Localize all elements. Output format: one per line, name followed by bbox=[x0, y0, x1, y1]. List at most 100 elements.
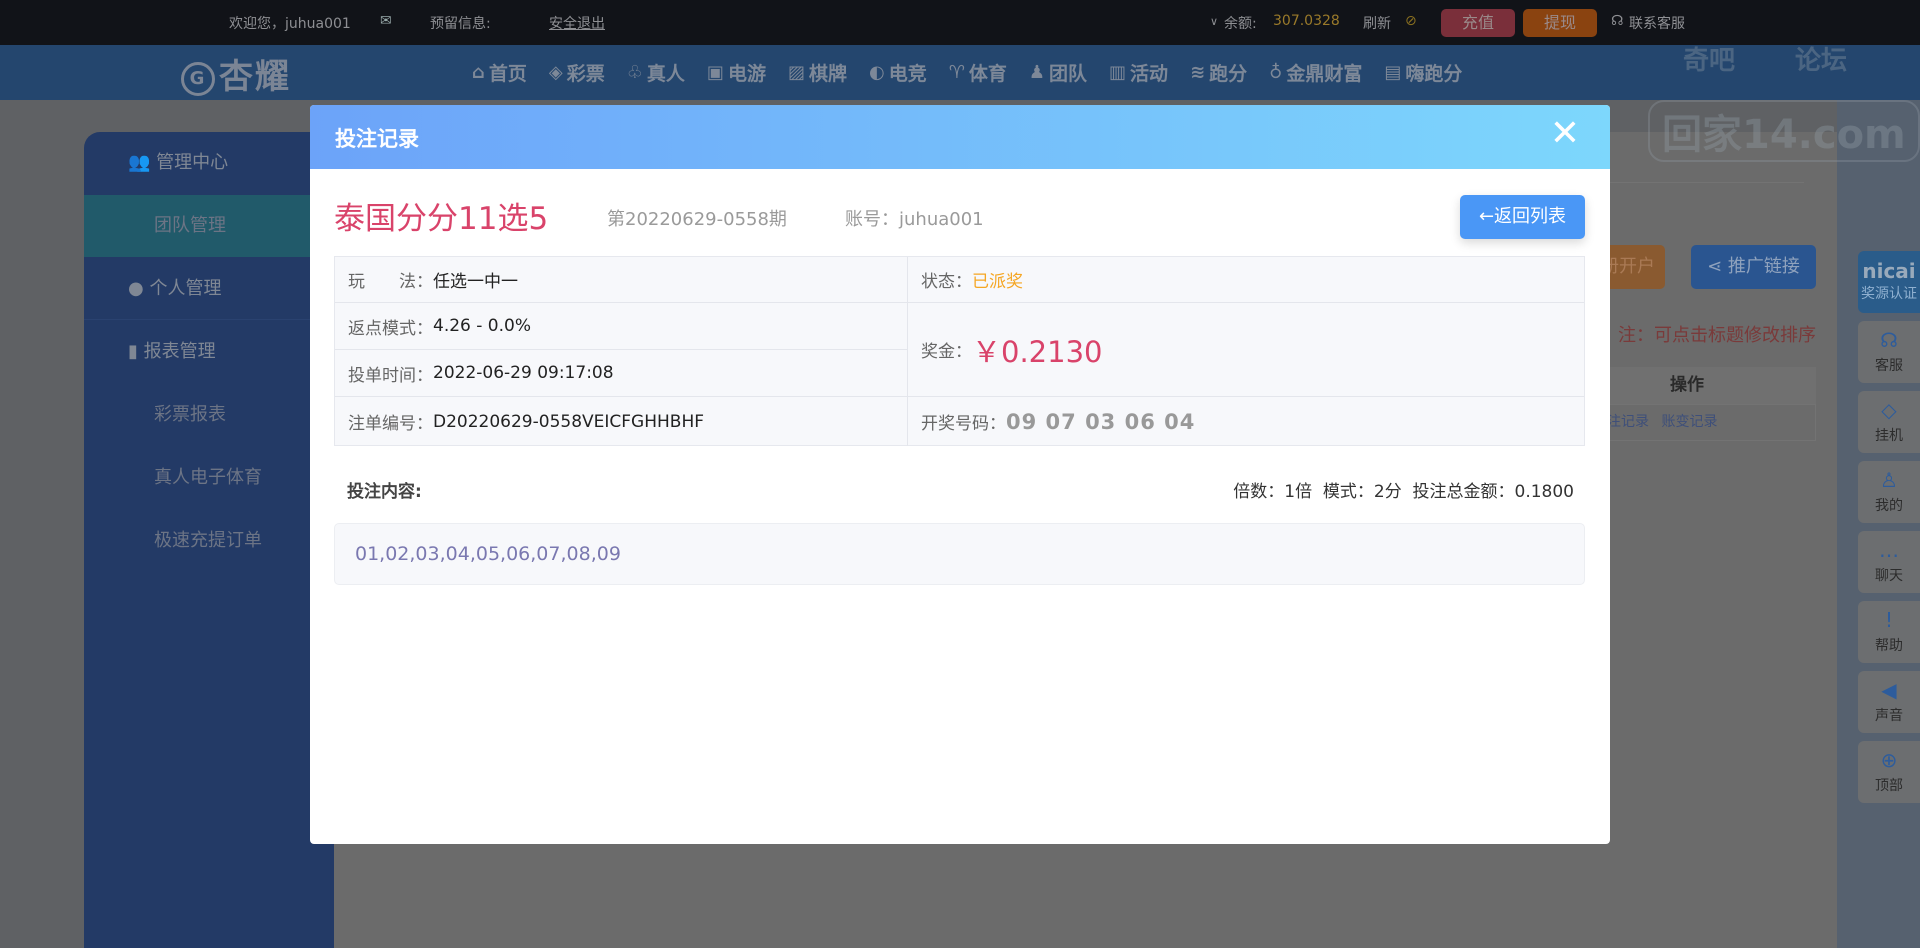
sidebar-section-reports[interactable]: ▮ 报表管理 bbox=[84, 321, 334, 383]
nav-label: 电竞 bbox=[888, 63, 927, 85]
arrow-up-icon: ⊕ bbox=[1880, 748, 1898, 772]
envelope-icon[interactable]: ✉ bbox=[380, 13, 392, 29]
bet-summary: 倍数：1倍 模式：2分 投注总金额：0.1800 bbox=[1233, 482, 1574, 502]
watermark-site: 回家14.com bbox=[1648, 100, 1920, 162]
nav-item[interactable]: ♧ 真人 bbox=[627, 59, 685, 86]
float-button[interactable]: ! 帮助 bbox=[1858, 601, 1920, 663]
bet-detail-table: 玩 法： 任选一中一 状态： 已派奖 返点模式： 4.26 - 0.0% 投单时间： 2… bbox=[334, 256, 1585, 446]
float-label: 我的 bbox=[1875, 498, 1903, 514]
arrow-left-icon: ← bbox=[1478, 206, 1495, 227]
time-cell: 投单时间： 2022-06-29 09:17:08 bbox=[335, 350, 908, 397]
float-button[interactable]: ◀ 声音 bbox=[1858, 671, 1920, 733]
reserved-info: 预留信息: bbox=[430, 16, 491, 32]
float-button[interactable]: … 聊天 bbox=[1858, 531, 1920, 593]
slot-icon: ▣ bbox=[706, 62, 724, 83]
sidebar-item-live-report[interactable]: 真人电子体育 bbox=[84, 447, 334, 509]
eye-slash-icon[interactable]: ⊘ bbox=[1405, 13, 1417, 29]
user-icon: ♙ bbox=[1880, 468, 1898, 492]
bet-numbers: 01,02,03,04,05,06,07,08,09 bbox=[334, 523, 1585, 585]
runner-icon: ≋ bbox=[1190, 62, 1206, 83]
play-cell: 玩 法： 任选一中一 bbox=[335, 257, 908, 303]
sidebar-section-personal[interactable]: ● 个人管理 bbox=[84, 258, 334, 320]
cauldron-icon: ♁ bbox=[1269, 62, 1283, 83]
nav-item[interactable]: ▣ 电游 bbox=[707, 59, 766, 86]
nav-label: 活动 bbox=[1130, 63, 1169, 85]
prize-cell: 奖金： ￥0.2130 bbox=[908, 303, 1584, 397]
float-button[interactable]: ◇ 挂机 bbox=[1858, 391, 1920, 453]
nav-label: 团队 bbox=[1049, 63, 1088, 85]
welcome-text: 欢迎您，juhua001 bbox=[229, 16, 351, 32]
nav-label: 跑分 bbox=[1209, 63, 1248, 85]
diamond-icon: ◇ bbox=[1881, 398, 1897, 422]
home-icon: ⌂ bbox=[472, 62, 485, 83]
float-button[interactable]: nicai 奖源认证 bbox=[1858, 251, 1920, 313]
watermark-forum: 奇吧 论坛 bbox=[1683, 46, 1848, 76]
sidebar-section-management[interactable]: 👥 管理中心 bbox=[84, 132, 334, 194]
sort-note: 注：可点击标题修改排序 bbox=[1618, 325, 1816, 346]
float-label: 帮助 bbox=[1875, 638, 1903, 654]
speaker-icon: ◀ bbox=[1881, 678, 1897, 702]
nav-item[interactable]: ⌂ 首页 bbox=[472, 59, 527, 86]
nav-item[interactable]: ♟ 团队 bbox=[1029, 59, 1087, 86]
right-strip bbox=[1837, 100, 1920, 948]
modal-header: 投注记录 ✕ bbox=[310, 105, 1610, 169]
nav-label: 金鼎财富 bbox=[1286, 63, 1363, 85]
float-label: 顶部 bbox=[1875, 778, 1903, 794]
nav-item[interactable]: ▤ 嗨跑分 bbox=[1384, 59, 1462, 86]
sidebar-item-fast-orders[interactable]: 极速充提订单 bbox=[84, 510, 334, 572]
float-label: 聊天 bbox=[1875, 568, 1903, 584]
nav-item[interactable]: ♁ 金鼎财富 bbox=[1269, 59, 1362, 86]
order-cell: 注单编号： D20220629-0558VEICFGHHBHF bbox=[335, 397, 908, 446]
main-nav: G 杏耀 ⌂ 首页 ◈ 彩票 ♧ 真人 ▣ 电游 ▨ 棋牌 ◐ 电竞 ♈ 体育 ♟ 团队 ▥ 活动 ≋ 跑分 ♁ 金鼎财富 ▤… bbox=[0, 45, 1920, 100]
nav-item[interactable]: ♈ 体育 bbox=[949, 59, 1007, 86]
float-label: 客服 bbox=[1875, 358, 1903, 374]
trophy-icon: ♈ bbox=[948, 62, 965, 83]
logout-link[interactable]: 安全退出 bbox=[549, 13, 605, 33]
nav-list: ⌂ 首页 ◈ 彩票 ♧ 真人 ▣ 电游 ▨ 棋牌 ◐ 电竞 ♈ 体育 ♟ 团队 ▥ 活动 ≋ 跑分 ♁ 金鼎财富 ▤ 嗨跑分 bbox=[472, 59, 1462, 86]
float-label: 奖源认证 bbox=[1861, 286, 1917, 302]
refresh-button[interactable]: 刷新 bbox=[1363, 13, 1391, 33]
account: 账号：juhua001 bbox=[845, 209, 984, 230]
sidebar-item-lottery-report[interactable]: 彩票报表 bbox=[84, 384, 334, 446]
nav-label: 体育 bbox=[968, 63, 1007, 85]
logo-emblem-icon: G bbox=[181, 61, 215, 96]
status-cell: 状态： 已派奖 bbox=[908, 257, 1584, 303]
logo[interactable]: G 杏耀 bbox=[181, 49, 291, 98]
live-icon: ♧ bbox=[626, 62, 643, 83]
nav-item[interactable]: ▥ 活动 bbox=[1109, 59, 1168, 86]
close-icon[interactable]: ✕ bbox=[1550, 113, 1580, 154]
chat-icon: … bbox=[1879, 538, 1899, 562]
nav-item[interactable]: ▨ 棋牌 bbox=[788, 59, 847, 86]
nav-label: 首页 bbox=[488, 63, 527, 85]
recharge-button[interactable]: 充值 bbox=[1441, 9, 1515, 37]
promo-label: 推广链接 bbox=[1727, 256, 1800, 277]
headset-icon: ☊ bbox=[1880, 328, 1898, 352]
lottery-icon: ◈ bbox=[548, 62, 563, 83]
issue-number: 第20220629-0558期 bbox=[607, 209, 787, 230]
support-link[interactable]: 联系客服 bbox=[1629, 13, 1685, 33]
bet-record-modal: 投注记录 ✕ 泰国分分11选5 第20220629-0558期 账号：juhua… bbox=[310, 105, 1610, 844]
status-badge: 已派奖 bbox=[972, 272, 1023, 292]
back-to-list-button[interactable]: ←返回列表 bbox=[1460, 195, 1585, 239]
nav-item[interactable]: ≋ 跑分 bbox=[1190, 59, 1247, 86]
account-change-link[interactable]: 账变记录 bbox=[1661, 414, 1717, 430]
float-button[interactable]: ⊕ 顶部 bbox=[1858, 741, 1920, 803]
logo-text: 杏耀 bbox=[219, 57, 291, 97]
nav-item[interactable]: ◐ 电竞 bbox=[869, 59, 927, 86]
nav-label: 电游 bbox=[727, 63, 766, 85]
nicai-logo-icon: nicai bbox=[1862, 259, 1916, 283]
float-button[interactable]: ♙ 我的 bbox=[1858, 461, 1920, 523]
top-bar: 欢迎您，juhua001 ✉ 预留信息: 安全退出 ∨ 余额: 307.0328… bbox=[0, 0, 1920, 45]
promo-link-button[interactable]: ⋖ 推广链接 bbox=[1691, 245, 1816, 289]
sidebar-item-team[interactable]: 团队管理 bbox=[84, 195, 334, 257]
chevron-down-icon[interactable]: ∨ bbox=[1210, 15, 1218, 28]
alert-icon: ! bbox=[1884, 608, 1894, 632]
nav-item[interactable]: ◈ 彩票 bbox=[549, 59, 605, 86]
share-icon: ⋖ bbox=[1707, 256, 1728, 277]
gift-icon: ▥ bbox=[1109, 62, 1127, 83]
bet-record-link[interactable]: 注记录 bbox=[1607, 414, 1649, 430]
balance-label: 余额: bbox=[1224, 16, 1257, 32]
withdraw-button[interactable]: 提现 bbox=[1523, 9, 1597, 37]
float-label: 挂机 bbox=[1875, 428, 1903, 444]
float-button[interactable]: ☊ 客服 bbox=[1858, 321, 1920, 383]
